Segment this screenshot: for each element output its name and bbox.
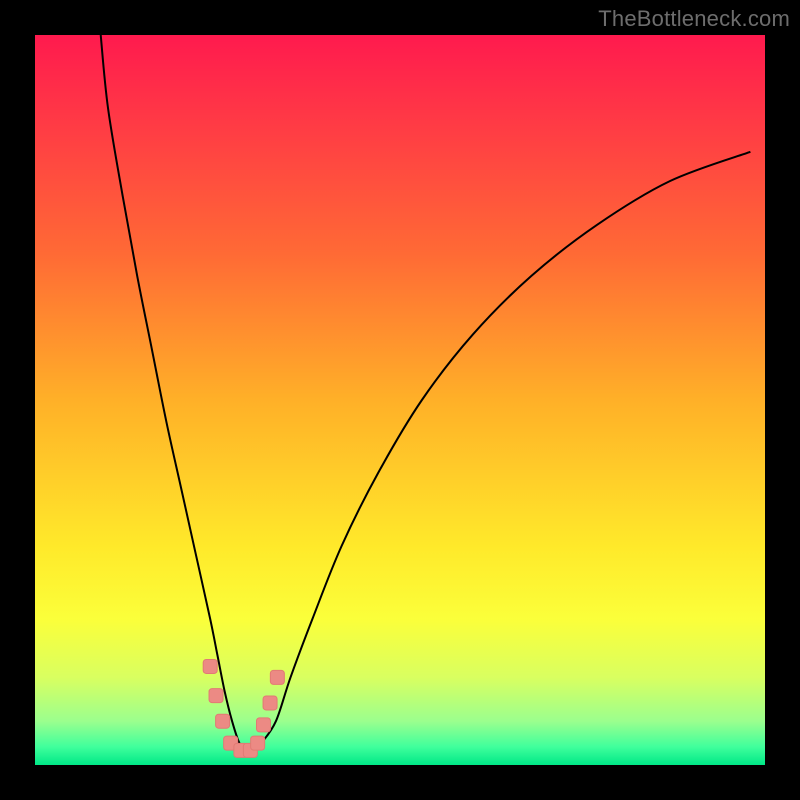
plot-area	[35, 35, 765, 765]
highlight-marker	[203, 659, 217, 673]
highlight-marker	[209, 689, 223, 703]
highlight-marker	[216, 714, 230, 728]
highlight-marker	[251, 736, 265, 750]
highlight-marker	[263, 696, 277, 710]
outer-frame: TheBottleneck.com	[0, 0, 800, 800]
attribution-text: TheBottleneck.com	[598, 6, 790, 32]
gradient-background	[35, 35, 765, 765]
highlight-marker	[270, 670, 284, 684]
bottleneck-chart	[35, 35, 765, 765]
highlight-marker	[256, 718, 270, 732]
